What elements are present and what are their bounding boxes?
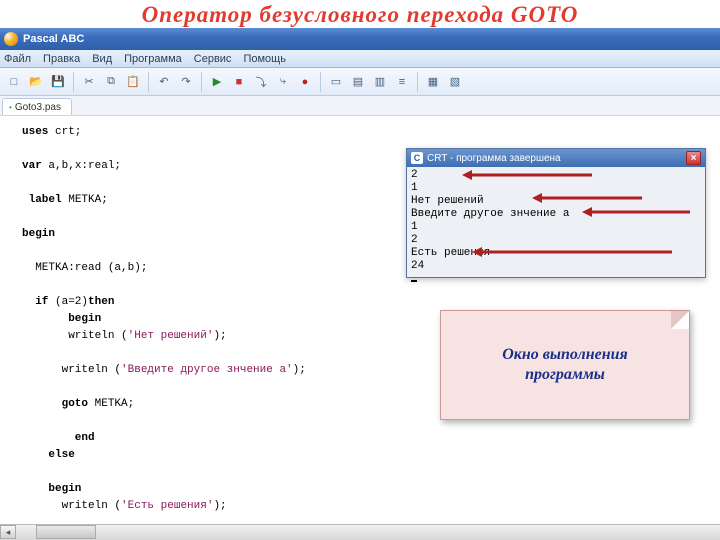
panel-button-2[interactable]: ▤ [348,72,368,92]
slide-title: Оператор безусловного перехода GOTO [0,2,720,28]
console-title: CRT - программа завершена [427,153,561,164]
panel-button-4[interactable]: ≡ [392,72,412,92]
menu-help[interactable]: Помощь [243,53,286,65]
toolbar: □ 📂 💾 ✂ ⧉ 📋 ↶ ↷ ▶ ■ ⤵ ⤷ ● ▭ ▤ ▥ ≡ ▦ ▧ [0,68,720,96]
stop-button[interactable]: ■ [229,72,249,92]
copy-button[interactable]: ⧉ [101,72,121,92]
stepin-button[interactable]: ⤷ [273,72,293,92]
console-titlebar[interactable]: C CRT - программа завершена × [407,149,705,167]
stepover-button[interactable]: ⤵ [251,72,271,92]
menu-edit[interactable]: Правка [43,53,80,65]
menu-view[interactable]: Вид [92,53,112,65]
scroll-left-button[interactable]: ◂ [0,525,16,539]
file-tab[interactable]: Goto3.pas [2,98,72,115]
console-output: 2 1 Нет решений Введите другое знчение a… [407,167,705,288]
panel-button-5[interactable]: ▦ [423,72,443,92]
new-button[interactable]: □ [4,72,24,92]
menu-service[interactable]: Сервис [194,53,232,65]
console-close-button[interactable]: × [686,151,701,165]
menu-program[interactable]: Программа [124,53,182,65]
separator [148,72,149,92]
cut-button[interactable]: ✂ [79,72,99,92]
paste-button[interactable]: 📋 [123,72,143,92]
app-icon [4,32,18,46]
separator [73,72,74,92]
breakpoint-button[interactable]: ● [295,72,315,92]
callout-text: Окно выполненияпрограммы [502,345,628,385]
file-tab-label: Goto3.pas [15,102,61,113]
tabbar: Goto3.pas [0,96,720,116]
separator [417,72,418,92]
app-titlebar: Pascal ABC [0,28,720,50]
console-window[interactable]: C CRT - программа завершена × 2 1 Нет ре… [406,148,706,278]
app-title: Pascal ABC [23,33,84,45]
menubar: Файл Правка Вид Программа Сервис Помощь [0,50,720,68]
panel-button-1[interactable]: ▭ [326,72,346,92]
separator [201,72,202,92]
redo-button[interactable]: ↷ [176,72,196,92]
code-content: uses crt; var a,b,x:real; label METKA; b… [22,124,400,524]
callout-note: Окно выполненияпрограммы [440,310,690,420]
code-editor[interactable]: uses crt; var a,b,x:real; label METKA; b… [0,116,400,524]
run-button[interactable]: ▶ [207,72,227,92]
menu-file[interactable]: Файл [4,53,31,65]
panel-button-6[interactable]: ▧ [445,72,465,92]
open-button[interactable]: 📂 [26,72,46,92]
panel-button-3[interactable]: ▥ [370,72,390,92]
horizontal-scrollbar[interactable]: ◂ [0,524,720,540]
console-icon: C [411,152,423,164]
save-button[interactable]: 💾 [48,72,68,92]
undo-button[interactable]: ↶ [154,72,174,92]
scroll-thumb[interactable] [36,525,96,539]
separator [320,72,321,92]
